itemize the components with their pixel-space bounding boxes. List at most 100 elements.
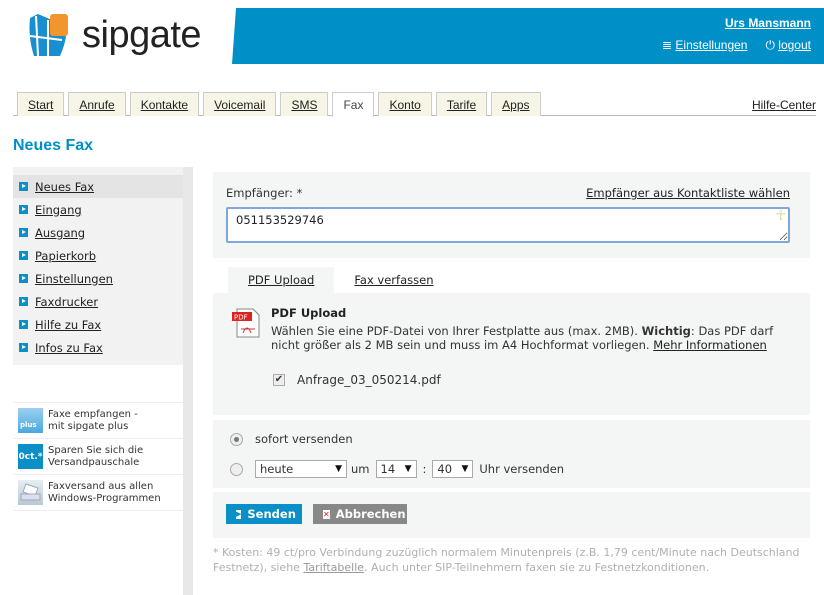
sidebar-item-infos-zu-fax[interactable]: Infos zu Fax <box>13 336 183 359</box>
day-value: heute <box>260 462 294 476</box>
send-later-option: heute ▼ um 14 ▼ : 40 ▼ Uhr versenden <box>230 460 564 478</box>
sidebar-item-label[interactable]: Neues Fax <box>35 180 94 194</box>
sidebar-item-label[interactable]: Einstellungen <box>35 272 113 286</box>
sidebar-item-hilfe-zu-fax[interactable]: Hilfe zu Fax <box>13 313 183 336</box>
recipient-panel: Empfänger: * Empfänger aus Kontaktliste … <box>213 172 810 258</box>
plus-badge-icon: plus <box>18 408 43 433</box>
dropdown-arrow-icon: ▼ <box>461 464 469 474</box>
help-center-link[interactable]: Hilfe-Center <box>752 98 816 112</box>
pdf-upload-panel: PDF PDF Upload Wählen Sie eine PDF-Datei… <box>213 293 810 415</box>
send-later-radio[interactable] <box>230 462 243 476</box>
desc-text: Wählen Sie eine PDF-Datei von Ihrer Fest… <box>271 324 642 338</box>
tab-tarife[interactable]: Tarife <box>435 92 488 116</box>
plus-badge-text: plus <box>20 421 37 429</box>
subtab-fax-verfassen[interactable]: Fax verfassen <box>334 267 453 293</box>
subtab-label[interactable]: Fax verfassen <box>354 273 433 287</box>
close-icon: ✕ <box>323 509 330 519</box>
tab-konto[interactable]: Konto <box>378 92 432 116</box>
tab-anrufe[interactable]: Anrufe <box>68 92 126 116</box>
tab-fax[interactable]: Fax <box>332 92 375 117</box>
arrow-bullet-icon <box>19 343 28 352</box>
footnote-text: . Auch unter SIP-Teilnehmern faxen sie z… <box>364 561 710 574</box>
minute-select[interactable]: 40 ▼ <box>432 460 474 478</box>
tab-label[interactable]: Apps <box>502 98 529 112</box>
logout-link[interactable]: ⏻ logout <box>765 38 811 53</box>
tab-voicemail[interactable]: Voicemail <box>203 92 277 116</box>
ankh-icon: ☥ <box>775 208 786 224</box>
arrow-bullet-icon <box>19 297 28 306</box>
send-now-radio[interactable] <box>230 432 243 446</box>
pdf-badge-text: PDF <box>234 314 248 322</box>
sidebar-item-eingang[interactable]: Eingang <box>13 198 183 221</box>
tab-kontakte[interactable]: Kontakte <box>129 92 200 116</box>
sidebar-item-einstellungen[interactable]: Einstellungen <box>13 267 183 290</box>
play-icon: ▶ <box>236 509 242 519</box>
tab-label[interactable]: SMS <box>291 98 317 112</box>
promo-line: Windows-Programmen <box>48 492 161 504</box>
more-info-link[interactable]: Mehr Informationen <box>653 338 767 352</box>
send-now-label: sofort versenden <box>255 432 353 446</box>
upload-title: PDF Upload <box>271 306 347 320</box>
send-time-suffix: Uhr versenden <box>479 462 565 476</box>
promo-line: Faxe empfangen - <box>48 408 138 420</box>
sidebar-item-ausgang[interactable]: Ausgang <box>13 221 183 244</box>
tab-label[interactable]: Kontakte <box>141 98 188 112</box>
power-icon: ⏻ <box>765 38 779 52</box>
subtab-pdf-upload[interactable]: PDF Upload <box>228 267 335 293</box>
tab-label: Fax <box>343 98 364 112</box>
sidebar-item-label[interactable]: Eingang <box>35 203 82 217</box>
sidebar-item-label[interactable]: Papierkorb <box>35 249 96 263</box>
arrow-bullet-icon <box>19 274 28 283</box>
settings-link[interactable]: ≣ Einstellungen <box>662 38 747 53</box>
promo-versandpauschale[interactable]: 0ct.* Sparen Sie sich die Versandpauschal… <box>13 439 183 475</box>
send-now-option[interactable]: sofort versenden <box>230 432 353 446</box>
top-links: ≣ Einstellungen ⏻ logout <box>662 38 811 53</box>
tab-sms[interactable]: SMS <box>280 92 329 116</box>
promo-faxdrucker[interactable]: Faxversand aus allen Windows-Programmen <box>13 475 183 511</box>
sidebar-item-label[interactable]: Ausgang <box>35 226 85 240</box>
send-button[interactable]: ▶ Senden <box>226 504 302 524</box>
tariff-table-link[interactable]: Tariftabelle <box>303 561 364 574</box>
cancel-label: Abbrechen <box>335 507 406 521</box>
recipient-input[interactable]: 051153529746 <box>226 207 790 243</box>
tab-label[interactable]: Tarife <box>447 98 476 112</box>
cancel-button[interactable]: ✕ Abbrechen <box>313 504 407 524</box>
tab-label[interactable]: Voicemail <box>214 98 265 112</box>
actions-panel: ▶ Senden ✕ Abbrechen <box>213 492 810 538</box>
tab-label[interactable]: Konto <box>389 98 420 112</box>
brand-name: sipgate <box>82 13 202 56</box>
tab-start[interactable]: Start <box>17 92 65 116</box>
upload-description: Wählen Sie eine PDF-Datei von Ihrer Fest… <box>271 324 796 352</box>
day-select[interactable]: heute ▼ <box>255 460 347 478</box>
logout-label[interactable]: logout <box>778 38 811 52</box>
sipgate-logo[interactable]: sipgate <box>26 12 202 58</box>
user-name-link[interactable]: Urs Mansmann <box>725 16 811 30</box>
at-label: um <box>351 462 370 476</box>
pick-from-contacts-link[interactable]: Empfänger aus Kontaktliste wählen <box>586 186 790 200</box>
sidebar-item-label[interactable]: Hilfe zu Fax <box>35 318 101 332</box>
file-checkbox[interactable]: ✔ <box>273 374 285 386</box>
hour-select[interactable]: 14 ▼ <box>375 460 417 478</box>
printer-icon <box>18 480 43 505</box>
arrow-bullet-icon <box>19 251 28 260</box>
file-name: Anfrage_03_050214.pdf <box>297 373 441 387</box>
zero-cent-icon: 0ct.* <box>18 444 43 469</box>
tab-label[interactable]: Start <box>28 98 53 112</box>
settings-label[interactable]: Einstellungen <box>675 38 747 52</box>
arrow-bullet-icon <box>19 182 28 191</box>
promo-line: Sparen Sie sich die <box>48 444 144 456</box>
tab-apps[interactable]: Apps <box>491 92 541 116</box>
subtab-label[interactable]: PDF Upload <box>248 273 314 287</box>
promo-line: Versandpauschale <box>48 456 140 468</box>
cost-footnote: * Kosten: 49 ct/pro Verbindung zuzüglich… <box>213 545 813 575</box>
sidebar-item-label[interactable]: Faxdrucker <box>35 295 98 309</box>
promo-list: plus Faxe empfangen - mit sipgate plus 0c… <box>13 402 183 511</box>
promo-sipgate-plus[interactable]: plus Faxe empfangen - mit sipgate plus <box>13 403 183 439</box>
tab-label[interactable]: Anrufe <box>79 98 114 112</box>
sidebar-item-papierkorb[interactable]: Papierkorb <box>13 244 183 267</box>
sidebar-item-label[interactable]: Infos zu Fax <box>35 341 103 355</box>
sidebar-item-faxdrucker[interactable]: Faxdrucker <box>13 290 183 313</box>
sidebar-item-neues-fax[interactable]: Neues Fax <box>13 175 183 198</box>
arrow-bullet-icon <box>19 320 28 329</box>
arrow-bullet-icon <box>19 205 28 214</box>
